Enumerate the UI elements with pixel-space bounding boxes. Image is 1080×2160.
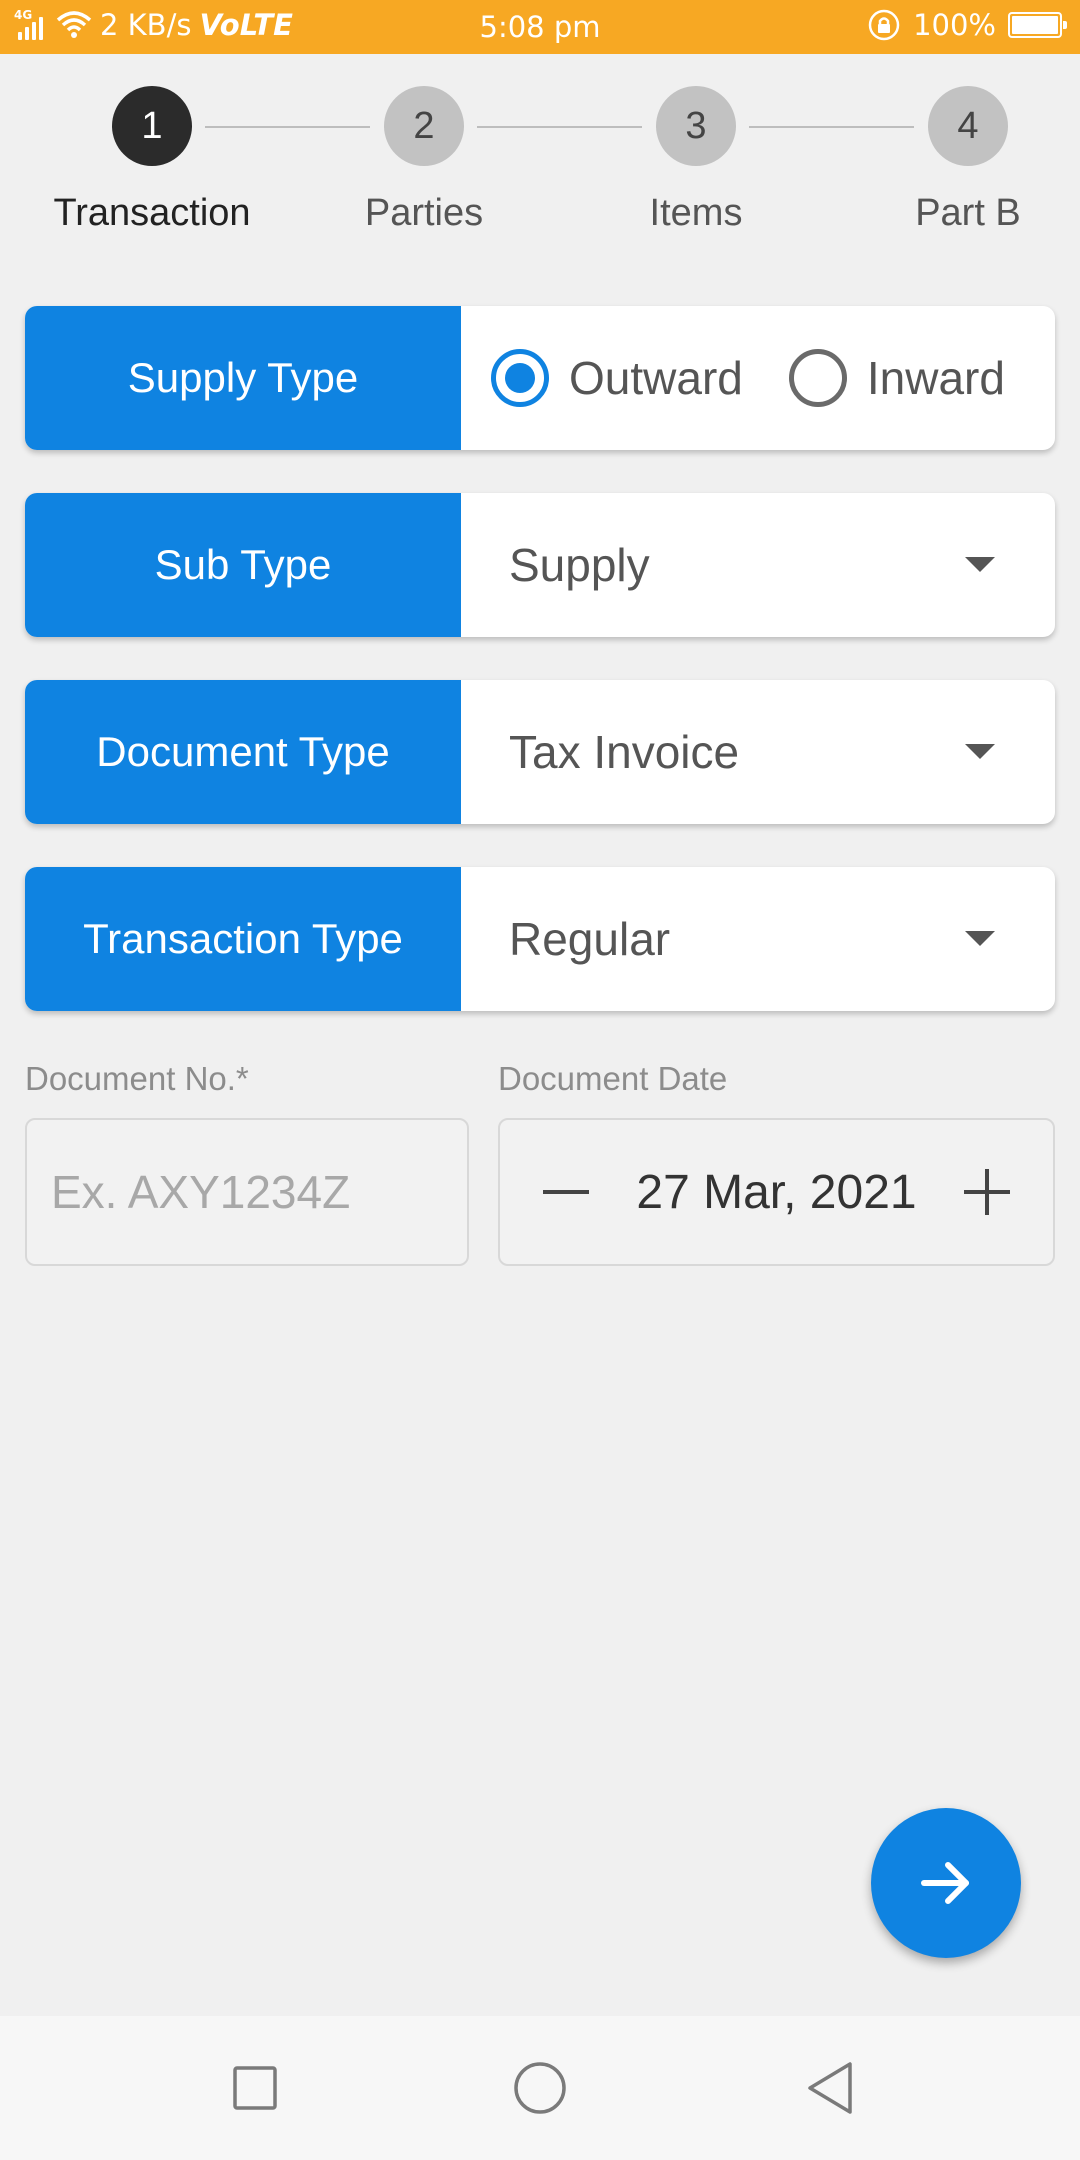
- back-button[interactable]: [800, 2058, 860, 2118]
- document-date-label: Document Date: [498, 1060, 728, 1097]
- radio-button-icon: [491, 349, 549, 407]
- step-number: 3: [656, 86, 736, 166]
- step-number: 4: [928, 86, 1008, 166]
- transaction-type-value: Regular: [509, 913, 671, 965]
- step-label: Parties: [364, 192, 484, 234]
- minus-icon: [543, 1190, 589, 1194]
- document-no-label: Document No.*: [25, 1060, 249, 1097]
- dropdown-caret-icon: [965, 557, 995, 572]
- document-type-value: Tax Invoice: [509, 726, 740, 778]
- step-label: Items: [649, 192, 743, 234]
- supply-type-label: Supply Type: [25, 306, 461, 450]
- document-type-row: Document Type Tax Invoice: [25, 680, 1055, 824]
- status-right: 100%: [867, 8, 1067, 42]
- step-part-b[interactable]: 4 Part B: [868, 86, 1068, 235]
- recent-apps-button[interactable]: [225, 2058, 285, 2118]
- document-type-dropdown[interactable]: Tax Invoice: [461, 680, 1055, 824]
- decrement-date-button[interactable]: [506, 1120, 626, 1264]
- dropdown-caret-icon: [965, 931, 995, 946]
- step-label: Part B: [915, 192, 1021, 234]
- home-button[interactable]: [510, 2058, 570, 2118]
- document-no-field: [25, 1118, 469, 1266]
- document-type-label: Document Type: [25, 680, 461, 824]
- step-items[interactable]: 3 Items: [596, 86, 796, 235]
- progress-stepper: 1 Transaction 2 Parties 3 Items 4 Part B: [0, 86, 1080, 256]
- sub-type-row: Sub Type Supply: [25, 493, 1055, 637]
- battery-icon: [1008, 12, 1067, 38]
- next-step-button[interactable]: [871, 1808, 1021, 1958]
- document-no-input[interactable]: [27, 1120, 467, 1264]
- document-date-stepper: 27 Mar, 2021: [498, 1118, 1055, 1266]
- plus-icon: [964, 1169, 1010, 1215]
- dropdown-caret-icon: [965, 744, 995, 759]
- sub-type-dropdown[interactable]: Supply: [461, 493, 1055, 637]
- radio-inward[interactable]: Inward: [788, 349, 1005, 407]
- supply-type-radio-group: Outward Inward: [461, 306, 1055, 450]
- system-nav-bar: [0, 2016, 1080, 2160]
- supply-type-row: Supply Type Outward Inward: [25, 306, 1055, 450]
- radio-outward[interactable]: Outward: [491, 349, 743, 407]
- step-number: 2: [384, 86, 464, 166]
- rotation-lock-icon: [868, 9, 900, 41]
- circle-icon: [514, 2062, 566, 2114]
- triangle-back-icon: [808, 2062, 852, 2114]
- step-transaction[interactable]: 1 Transaction: [52, 86, 252, 235]
- square-icon: [233, 2066, 277, 2110]
- radio-label: Inward: [866, 352, 1005, 404]
- increment-date-button[interactable]: [927, 1120, 1047, 1264]
- status-bar: 4G 2 KB/s VoLTE 5:08 pm 100%: [0, 0, 1080, 54]
- sub-type-value: Supply: [509, 539, 650, 591]
- step-number: 1: [112, 86, 192, 166]
- battery-percent: 100%: [913, 8, 996, 42]
- step-parties[interactable]: 2 Parties: [324, 86, 524, 235]
- transaction-type-dropdown[interactable]: Regular: [461, 867, 1055, 1011]
- transaction-type-row: Transaction Type Regular: [25, 867, 1055, 1011]
- step-label: Transaction: [53, 192, 251, 234]
- arrow-right-icon: [921, 1862, 969, 1904]
- transaction-type-label: Transaction Type: [25, 867, 461, 1011]
- sub-type-label: Sub Type: [25, 493, 461, 637]
- radio-label: Outward: [569, 352, 743, 404]
- radio-button-icon: [788, 349, 847, 407]
